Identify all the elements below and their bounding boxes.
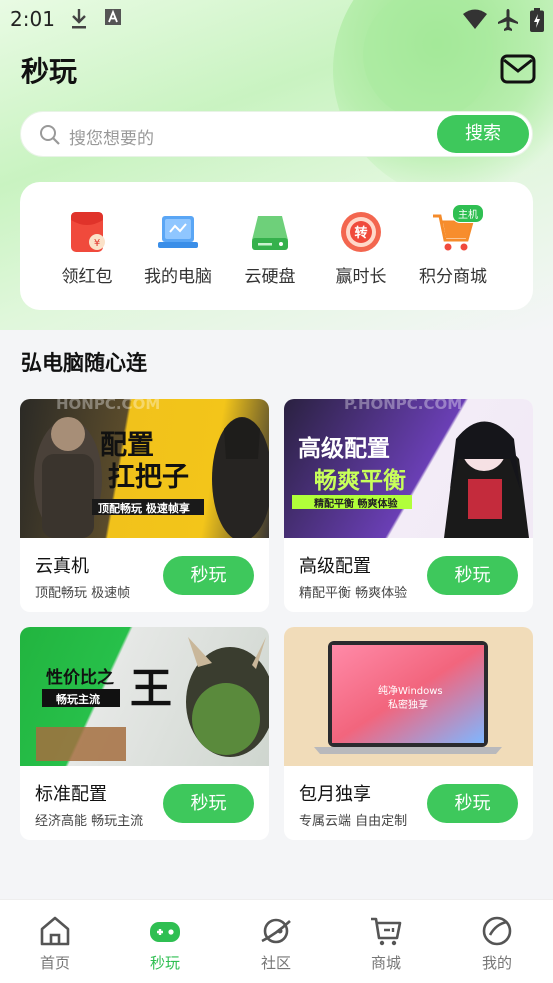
svg-text:¥: ¥ (94, 238, 100, 249)
shortcut-label: 我的电脑 (144, 267, 212, 287)
nav-label: 社区 (260, 954, 291, 972)
host-badge: 主机 (452, 204, 484, 223)
mail-icon[interactable] (500, 54, 536, 84)
card-title: 标准配置 (35, 784, 107, 805)
home-icon (40, 916, 70, 946)
font-a-icon (105, 9, 121, 25)
banner-tag: 畅玩主流 (56, 693, 100, 706)
product-card-standard[interactable]: 性价比之 王 畅玩主流 标准配置 经济高能 畅玩主流 秒玩 (20, 627, 269, 840)
search-icon (40, 125, 60, 145)
product-card-monthly[interactable]: 纯净Windows 私密独享 包月独享 专属云端 自由定制 秒玩 (284, 627, 533, 840)
card-banner: 高级配置 畅爽平衡 精配平衡 畅爽体验 P.HONPC.COM (284, 399, 533, 538)
banner-watermark: HONPC.COM (56, 399, 161, 413)
search-bar: 搜您想要的 搜索 (20, 111, 533, 157)
card-banner: 纯净Windows 私密独享 (284, 627, 533, 766)
search-button[interactable]: 搜索 (437, 115, 529, 153)
cloud-disk-icon (252, 216, 288, 250)
svg-text:转: 转 (354, 225, 367, 241)
nav-play[interactable]: 秒玩 (130, 914, 200, 973)
shortcut-label: 领红包 (61, 267, 113, 287)
nav-profile[interactable]: 我的 (462, 914, 532, 973)
search-input[interactable]: 搜您想要的 (69, 124, 154, 149)
shortcut-label: 赢时长 (335, 267, 387, 287)
nav-mall[interactable]: 商城 (351, 914, 421, 973)
spin-wheel-icon: 转 (341, 212, 381, 252)
shortcut-panel: ¥ 领红包 我的电脑 云硬盘 转 赢时长 主机 积分商城 (20, 182, 533, 310)
card-title: 高级配置 (299, 556, 371, 577)
card-subtitle: 经济高能 畅玩主流 (35, 814, 144, 829)
play-now-button[interactable]: 秒玩 (427, 784, 518, 823)
card-subtitle: 专属云端 自由定制 (299, 814, 408, 829)
shortcut-red-envelope[interactable]: ¥ 领红包 (42, 210, 132, 287)
red-envelope-icon: ¥ (71, 212, 105, 252)
nav-home[interactable]: 首页 (20, 914, 90, 973)
profile-icon (482, 916, 512, 946)
banner-tag: 精配平衡 畅爽体验 (314, 499, 398, 510)
page-title: 秒玩 (21, 55, 78, 88)
banner-headline: 畅爽平衡 (314, 468, 406, 494)
status-time: 2:01 (10, 7, 55, 31)
nav-label: 首页 (39, 954, 70, 972)
bottom-nav: 首页 秒玩 社区 商城 我的 (0, 899, 553, 983)
banner-line: 私密独享 (388, 700, 428, 711)
status-bar: 2:01 (0, 0, 553, 38)
card-subtitle: 顶配畅玩 极速帧 (35, 586, 131, 601)
shortcut-label: 云硬盘 (244, 267, 296, 287)
shortcut-points-mall[interactable]: 主机 积分商城 (408, 204, 498, 287)
cart-icon (371, 917, 402, 946)
banner-headline: 性价比之 (46, 668, 114, 688)
banner-headline: 扛把子 (108, 462, 189, 493)
card-banner: 性价比之 王 畅玩主流 (20, 627, 269, 766)
product-card-advanced[interactable]: 高级配置 畅爽平衡 精配平衡 畅爽体验 P.HONPC.COM 高级配置 精配平… (284, 399, 533, 612)
battery-icon (530, 8, 544, 32)
planet-icon (261, 918, 291, 944)
play-now-button[interactable]: 秒玩 (163, 556, 254, 595)
shortcut-win-time[interactable]: 转 赢时长 (316, 210, 406, 287)
play-now-button[interactable]: 秒玩 (163, 784, 254, 823)
airplane-icon (498, 9, 518, 31)
banner-headline: 高级配置 (298, 436, 390, 462)
section-title: 弘电脑随心连 (21, 351, 147, 375)
nav-label: 我的 (481, 954, 512, 972)
banner-tag: 顶配畅玩 极速帧享 (98, 502, 190, 515)
download-icon (72, 9, 86, 29)
wifi-icon (463, 9, 487, 29)
laptop-icon (158, 216, 198, 248)
gamepad-icon (150, 922, 180, 942)
nav-label: 商城 (370, 954, 401, 972)
shortcut-my-computer[interactable]: 我的电脑 (133, 210, 223, 287)
banner-watermark: P.HONPC.COM (344, 399, 463, 413)
nav-community[interactable]: 社区 (241, 914, 311, 973)
card-banner: 配置 扛把子 顶配畅玩 极速帧享 HONPC.COM (20, 399, 269, 538)
card-title: 云真机 (35, 556, 89, 577)
card-subtitle: 精配平衡 畅爽体验 (299, 586, 408, 601)
banner-line: 纯净Windows (378, 686, 443, 697)
shortcut-cloud-disk[interactable]: 云硬盘 (225, 210, 315, 287)
card-title: 包月独享 (299, 784, 371, 805)
shortcut-label: 积分商城 (419, 267, 487, 287)
product-card-cloud-phone[interactable]: 配置 扛把子 顶配畅玩 极速帧享 HONPC.COM 云真机 顶配畅玩 极速帧 … (20, 399, 269, 612)
play-now-button[interactable]: 秒玩 (427, 556, 518, 595)
nav-label: 秒玩 (149, 954, 180, 972)
banner-headline: 王 (130, 664, 173, 713)
